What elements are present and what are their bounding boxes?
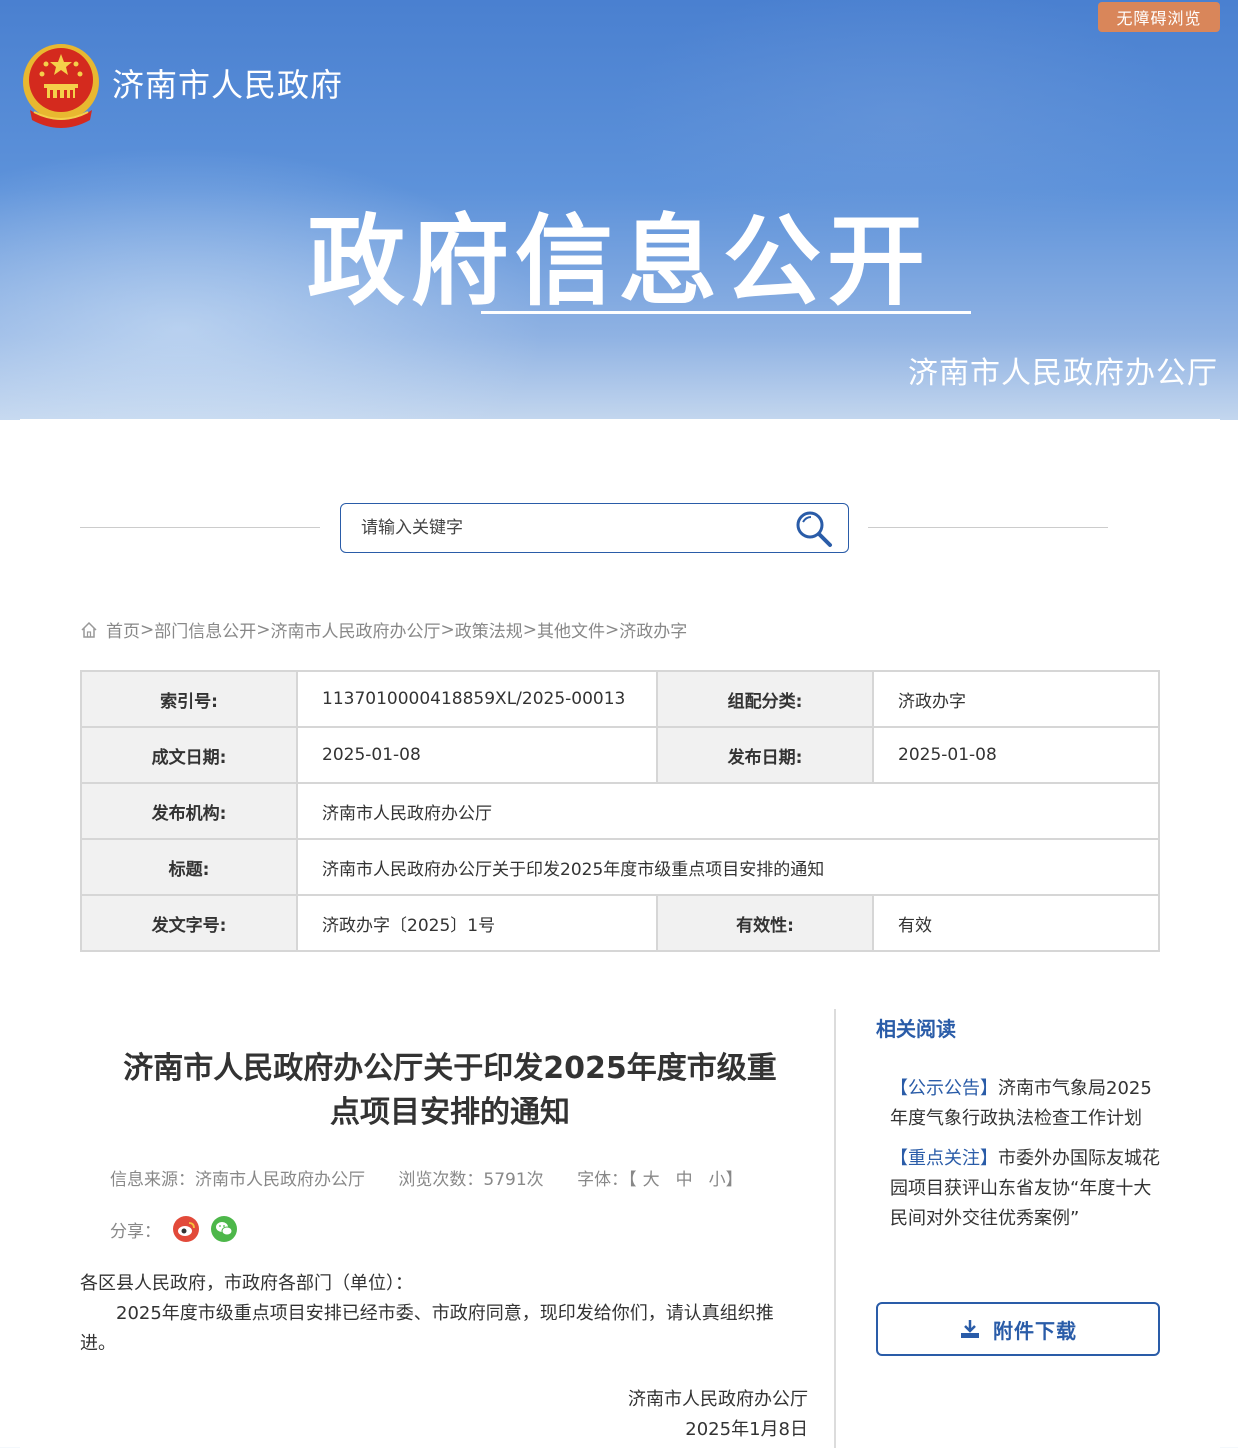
download-icon [961,1320,979,1338]
breadcrumb-separator: > [440,619,455,640]
font-size-label: 字体： [577,1170,629,1190]
breadcrumb-separator: > [522,619,537,640]
article-title-line: 点项目安排的通知 [330,1095,570,1130]
validity-value: 有效 [872,894,1160,952]
breadcrumb-home[interactable]: 首页 [106,617,140,642]
info-table: 索引号: 113701000041885​9XL/2025-00013 组配分类… [80,670,1160,952]
table-row: 标题: 济南市人民政府办公厅关于印发2025年度市级重点项目安排的通知 [80,838,1160,896]
font-bracket: 】 [725,1170,743,1190]
table-row: 成文日期: 2025-01-08 发布日期: 2025-01-08 [80,726,1160,784]
org-value: 济南市人民政府办公厅 [296,782,1160,840]
font-small-button[interactable]: 小 [709,1170,726,1190]
org-label: 发布机构: [80,782,298,840]
table-row: 发布机构: 济南市人民政府办公厅 [80,782,1160,840]
title-label: 标题: [80,838,298,896]
written-date-label: 成文日期: [80,726,298,784]
related-list: 【公示公告】济南市气象局2025年度气象行政执法检查工作计划 【重点关注】市委外… [890,1074,1162,1244]
hero-subtitle: 济南市人民政府办公厅 [908,356,1218,391]
doc-number-value: 济政办字〔2025〕1号 [296,894,658,952]
title-value: 济南市人民政府办公厅关于印发2025年度市级重点项目安排的通知 [296,838,1160,896]
national-emblem-icon [23,44,99,128]
wechat-icon[interactable] [211,1216,237,1242]
breadcrumb-dept-info[interactable]: 部门信息公开 [154,617,256,642]
content-panel: 首页 > 部门信息公开 > 济南市人民政府办公厅 > 政策法规 > 其他文件 >… [20,419,1220,1448]
breadcrumb-current[interactable]: 济政办字 [619,617,687,642]
written-date-value: 2025-01-08 [296,726,658,784]
signature: 济南市人民政府办公厅 2025年1月8日 [628,1385,808,1445]
info-source: 信息来源：济南市人民政府办公厅 [110,1170,365,1190]
related-heading: 相关阅读 [876,1017,956,1041]
weibo-icon[interactable] [173,1216,199,1242]
search-box [340,503,849,553]
breadcrumb-policy[interactable]: 政策法规 [455,617,523,642]
salutation: 各区县人民政府，市政府各部门（单位）： [80,1273,413,1294]
search-input[interactable] [361,504,781,552]
site-title[interactable]: 济南市人民政府 [112,60,343,106]
article-title-line: 济南市人民政府办公厅关于印发2025年度市级重 [123,1051,777,1086]
category-value: 济政办字 [872,670,1160,728]
font-medium-button[interactable]: 中 [676,1170,693,1190]
breadcrumb-other-docs[interactable]: 其他文件 [537,617,605,642]
signer: 济南市人民政府办公厅 [628,1389,808,1410]
search-icon[interactable] [794,509,834,549]
validity-label: 有效性: [656,894,874,952]
publish-date-label: 发布日期: [656,726,874,784]
breadcrumb-office[interactable]: 济南市人民政府办公厅 [271,617,441,642]
column-divider [834,1009,836,1448]
table-row: 索引号: 113701000041885​9XL/2025-00013 组配分类… [80,670,1160,728]
category-label: 组配分类: [656,670,874,728]
related-tag: 【公示公告】 [890,1078,998,1099]
article-meta: 信息来源：济南市人民政府办公厅 浏览次数：5791次 字体：【大中小】 [110,1165,743,1190]
font-large-button[interactable]: 大 [643,1170,660,1190]
index-label: 索引号: [80,670,298,728]
share-bar: 分享： [110,1216,237,1242]
search-divider-left [80,527,320,528]
list-item[interactable]: 【重点关注】市委外办国际友城花园项目获评山东省友协“年度十大民间对外交往优秀案例… [890,1144,1162,1234]
font-bracket: 【 [628,1170,637,1190]
hero-title: 政府信息公开 [306,205,931,319]
sign-date: 2025年1月8日 [685,1419,808,1440]
list-item[interactable]: 【公示公告】济南市气象局2025年度气象行政执法检查工作计划 [890,1074,1162,1134]
hero-divider [481,311,971,314]
breadcrumb: 首页 > 部门信息公开 > 济南市人民政府办公厅 > 政策法规 > 其他文件 >… [80,617,687,642]
breadcrumb-separator: > [256,619,271,640]
search-divider-right [868,527,1108,528]
attachment-download-button[interactable]: 附件下载 [876,1302,1160,1356]
breadcrumb-separator: > [605,619,620,640]
doc-number-label: 发文字号: [80,894,298,952]
publish-date-value: 2025-01-08 [872,726,1160,784]
download-label: 附件下载 [993,1318,1077,1343]
related-tag: 【重点关注】 [890,1148,998,1169]
index-value: 113701000041885​9XL/2025-00013 [296,670,658,728]
breadcrumb-separator: > [140,619,155,640]
article-title: 济南市人民政府办公厅关于印发2025年度市级重 点项目安排的通知 [80,1047,820,1135]
accessibility-button[interactable]: 无障碍浏览 [1098,2,1220,32]
body-paragraph: 2025年度市级重点项目安排已经市委、市政府同意，现印发给你们，请认真组织推进。 [80,1303,774,1354]
share-label: 分享： [110,1221,161,1242]
article-body: 各区县人民政府，市政府各部门（单位）： 2025年度市级重点项目安排已经市委、市… [80,1269,800,1359]
table-row: 发文字号: 济政办字〔2025〕1号 有效性: 有效 [80,894,1160,952]
header-banner: 无障碍浏览 济南市人民政府 政府信息公开 济南市人民政府办公厅 [0,0,1238,420]
home-icon [81,621,97,638]
view-count: 浏览次数：5791次 [398,1170,544,1190]
